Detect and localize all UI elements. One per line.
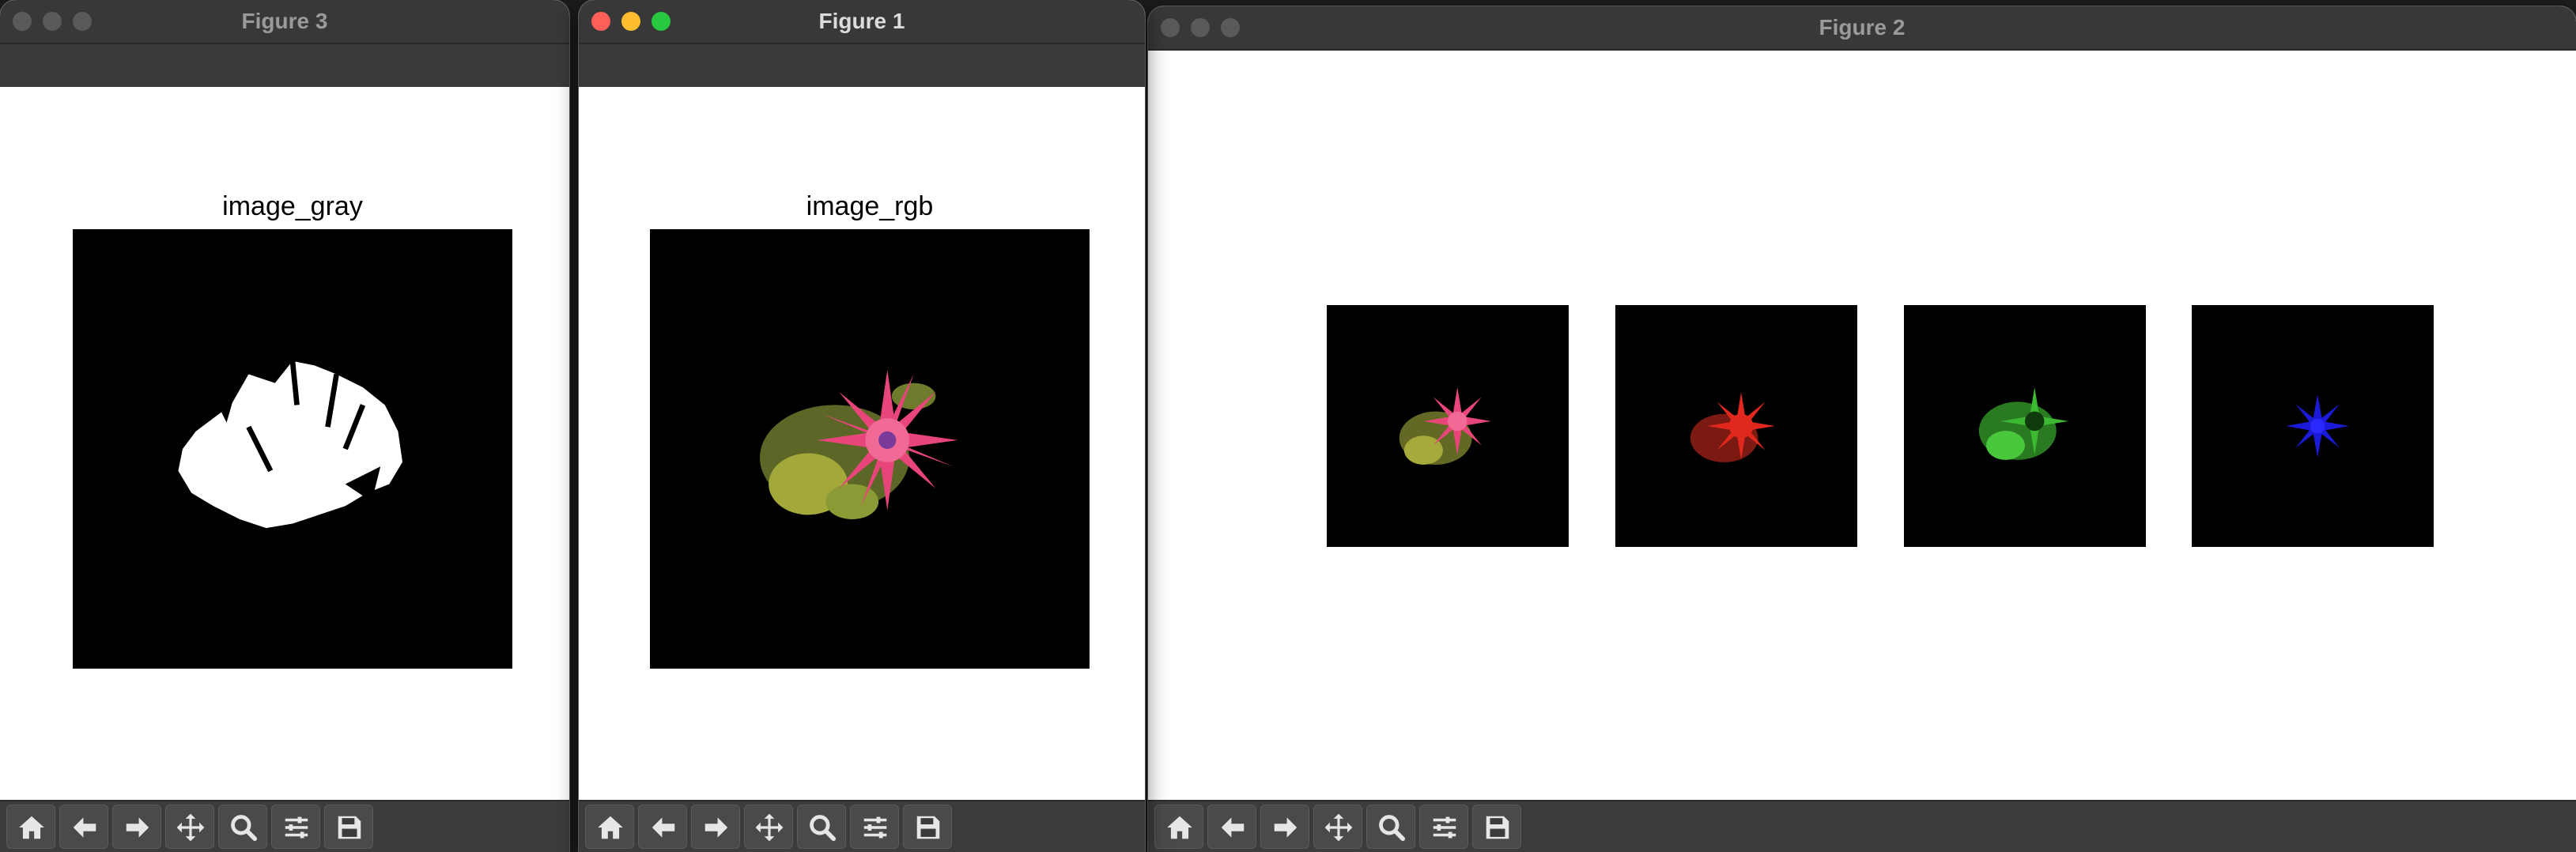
- save-icon: [916, 816, 940, 839]
- home-icon: [1167, 816, 1192, 839]
- home-button[interactable]: [1154, 805, 1203, 849]
- back-arrow-icon: [652, 817, 675, 838]
- zoom-icon: [810, 815, 837, 842]
- window-title: Figure 1: [818, 9, 905, 33]
- home-icon: [19, 816, 44, 839]
- forward-arrow-icon: [704, 817, 728, 838]
- gray-image: [73, 229, 512, 669]
- flower-green-channel: [1904, 305, 2146, 547]
- back-button[interactable]: [59, 805, 108, 849]
- pan-button[interactable]: [165, 805, 214, 849]
- axes-title: image_gray: [222, 191, 363, 221]
- figure2-window: Figure 2: [1148, 6, 2576, 852]
- back-button[interactable]: [1207, 805, 1256, 849]
- forward-arrow-icon: [126, 817, 149, 838]
- configure-subplots-icon: [863, 816, 887, 839]
- configure-subplots-icon: [285, 816, 308, 839]
- blue-channel-image: [2192, 305, 2434, 547]
- flower-blue-channel: [2192, 305, 2434, 547]
- flower-red-channel: [1615, 305, 1857, 547]
- back-arrow-icon: [73, 817, 96, 838]
- save-button[interactable]: [324, 805, 373, 849]
- figure2-canvas: [1148, 51, 2576, 800]
- thresholded-flower-mask: [73, 229, 512, 669]
- home-button[interactable]: [585, 805, 634, 849]
- pan-icon: [176, 813, 205, 842]
- save-icon: [338, 816, 361, 839]
- figure1-titlebar[interactable]: Figure 1: [579, 0, 1145, 44]
- red-channel-image: [1615, 305, 1857, 547]
- forward-arrow-icon: [1274, 817, 1297, 838]
- figure1-canvas: image_rgb: [579, 87, 1145, 800]
- zoom-to-rect-button[interactable]: [218, 805, 267, 849]
- configure-subplots-icon: [1433, 816, 1456, 839]
- zoom-to-rect-button[interactable]: [797, 805, 846, 849]
- save-button[interactable]: [903, 805, 952, 849]
- rgb-subplot-image: [1327, 305, 1569, 547]
- configure-subplots-button[interactable]: [850, 805, 899, 849]
- forward-button[interactable]: [1260, 805, 1309, 849]
- save-icon: [1486, 816, 1509, 839]
- pan-icon: [1324, 813, 1353, 842]
- back-button[interactable]: [638, 805, 687, 849]
- home-button[interactable]: [6, 805, 55, 849]
- pan-button[interactable]: [1313, 805, 1362, 849]
- zoom-to-rect-button[interactable]: [1366, 805, 1415, 849]
- zoom-icon: [1379, 815, 1406, 842]
- rgb-image: [650, 229, 1090, 669]
- figure3-header-band: [0, 44, 569, 87]
- figure2-toolbar: [1148, 800, 2576, 852]
- figure3-window: Figure 3 image_gray: [0, 0, 569, 852]
- forward-button[interactable]: [112, 805, 161, 849]
- configure-subplots-button[interactable]: [1419, 805, 1468, 849]
- save-button[interactable]: [1472, 805, 1521, 849]
- figure3-titlebar[interactable]: Figure 3: [0, 0, 569, 44]
- configure-subplots-button[interactable]: [271, 805, 320, 849]
- figure3-canvas: image_gray: [0, 87, 569, 800]
- flower-rgb-image: [650, 229, 1090, 669]
- forward-button[interactable]: [691, 805, 740, 849]
- home-icon: [598, 816, 623, 839]
- figure3-toolbar: [0, 800, 569, 852]
- back-arrow-icon: [1221, 817, 1245, 838]
- window-title: Figure 3: [241, 9, 328, 33]
- pan-button[interactable]: [744, 805, 793, 849]
- figure1-header-band: [579, 44, 1145, 87]
- zoom-icon: [231, 815, 258, 842]
- pan-icon: [755, 813, 784, 842]
- figure1-toolbar: [579, 800, 1145, 852]
- flower-rgb-image: [1327, 305, 1569, 547]
- green-channel-image: [1904, 305, 2146, 547]
- figure2-titlebar[interactable]: Figure 2: [1148, 6, 2576, 51]
- axes-title: image_rgb: [806, 191, 934, 221]
- window-title: Figure 2: [1819, 15, 1906, 40]
- figure1-window: Figure 1 image_rgb: [579, 0, 1145, 852]
